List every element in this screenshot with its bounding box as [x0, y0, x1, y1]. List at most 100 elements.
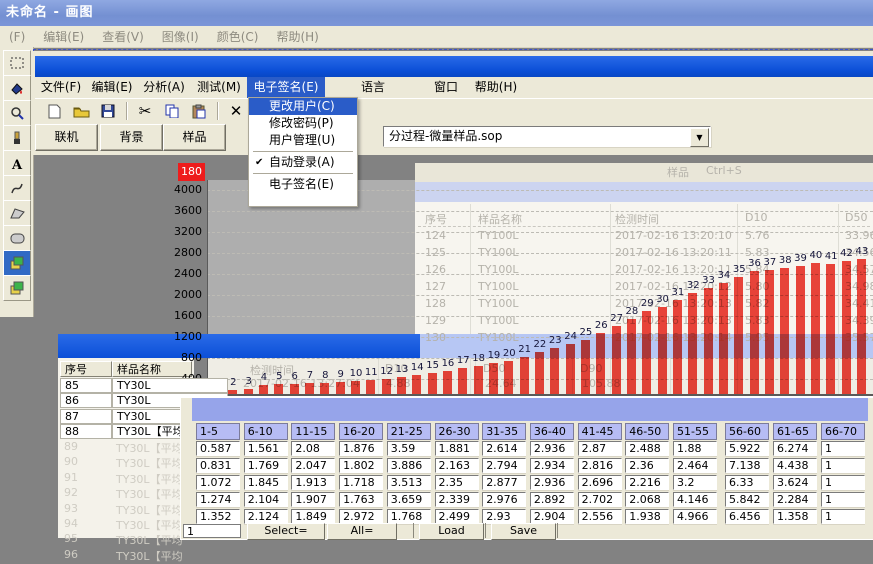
paint-tool-fill-icon[interactable] — [3, 75, 31, 101]
paint-tool-brush-icon[interactable] — [3, 125, 31, 151]
percent-cell[interactable]: 1.358 — [773, 509, 817, 524]
app-button-背景[interactable]: 背景 — [100, 124, 163, 151]
percent-cell[interactable]: 1.881 — [435, 441, 479, 456]
percent-cell[interactable]: 2.702 — [578, 492, 622, 507]
bottom-button-Load[interactable]: Load — [419, 523, 484, 540]
percent-cell[interactable]: 2.284 — [773, 492, 817, 507]
percent-cell[interactable]: 3.886 — [387, 458, 431, 473]
percent-cell[interactable]: 2.816 — [578, 458, 622, 473]
paint-menu-3[interactable]: 图像(I) — [153, 28, 208, 45]
percent-cell[interactable]: 6.33 — [725, 475, 769, 490]
percent-cell[interactable]: 1.938 — [625, 509, 669, 524]
percent-cell[interactable]: 2.35 — [435, 475, 479, 490]
percent-cell[interactable]: 2.936 — [530, 441, 574, 456]
percent-cell[interactable]: 1 — [821, 492, 865, 507]
percent-cell[interactable]: 1 — [821, 475, 865, 490]
app-menu-6[interactable]: 窗口(W) — [425, 77, 467, 98]
percent-cell[interactable]: 1.849 — [291, 509, 335, 524]
sample-row-id[interactable]: 87 — [60, 409, 112, 424]
percent-cell[interactable]: 6.456 — [725, 509, 769, 524]
percent-cell[interactable]: 2.934 — [530, 458, 574, 473]
app-button-样品[interactable]: 样品 — [163, 124, 226, 151]
paint-menu-0[interactable]: (F) — [0, 30, 34, 44]
percent-cell[interactable]: 2.794 — [482, 458, 526, 473]
paint-menu-5[interactable]: 帮助(H) — [267, 28, 327, 45]
percent-cell[interactable]: 1.876 — [339, 441, 383, 456]
percent-cell[interactable]: 2.93 — [482, 509, 526, 524]
percent-cell[interactable]: 2.696 — [578, 475, 622, 490]
percent-cell[interactable]: 2.36 — [625, 458, 669, 473]
app-menu-2[interactable]: 分析(A) — [141, 77, 187, 98]
sample-row-id[interactable]: 88 — [60, 424, 112, 439]
signature-menu-item-4[interactable]: 电子签名(E) — [249, 176, 357, 193]
percent-cell[interactable]: 4.146 — [673, 492, 717, 507]
percent-cell[interactable]: 1.718 — [339, 475, 383, 490]
sample-row-name[interactable]: TY30L — [112, 378, 228, 393]
app-menu-1[interactable]: 编辑(E) — [90, 77, 134, 98]
percent-cell[interactable]: 2.464 — [673, 458, 717, 473]
percent-cell[interactable]: 2.499 — [435, 509, 479, 524]
percent-cell[interactable]: 1.913 — [291, 475, 335, 490]
toolbar-copy-icon[interactable] — [161, 102, 183, 121]
toolbar-open-icon[interactable] — [70, 102, 92, 121]
count-input[interactable]: 1 — [183, 524, 241, 538]
bottom-button-All[interactable]: All= — [327, 523, 397, 540]
app-button-联机[interactable]: 联机 — [35, 124, 98, 151]
percent-cell[interactable]: 1 — [821, 509, 865, 524]
toolbar-new-icon[interactable] — [43, 102, 65, 121]
percent-cell[interactable]: 2.976 — [482, 492, 526, 507]
paint-menu-1[interactable]: 编辑(E) — [34, 28, 93, 45]
percent-cell[interactable]: 7.138 — [725, 458, 769, 473]
bottom-button-Save[interactable]: Save — [491, 523, 556, 540]
sample-row-id[interactable]: 86 — [60, 393, 112, 408]
percent-cell[interactable]: 1.907 — [291, 492, 335, 507]
percent-cell[interactable]: 3.59 — [387, 441, 431, 456]
paint-menu-2[interactable]: 查看(V) — [93, 28, 153, 45]
percent-cell[interactable]: 1.274 — [196, 492, 240, 507]
percent-cell[interactable]: 2.08 — [291, 441, 335, 456]
percent-cell[interactable]: 5.842 — [725, 492, 769, 507]
percent-cell[interactable]: 2.124 — [244, 509, 288, 524]
percent-cell[interactable]: 4.438 — [773, 458, 817, 473]
percent-cell[interactable]: 1.769 — [244, 458, 288, 473]
percent-cell[interactable]: 2.972 — [339, 509, 383, 524]
signature-menu-item-0[interactable]: 更改用户(C) — [249, 98, 357, 115]
percent-cell[interactable]: 1.768 — [387, 509, 431, 524]
percent-cell[interactable]: 2.104 — [244, 492, 288, 507]
paint-tool-object-cube-icon[interactable] — [3, 250, 31, 276]
percent-cell[interactable]: 3.2 — [673, 475, 717, 490]
app-menu-7[interactable]: 帮助(H) — [473, 77, 519, 98]
percent-cell[interactable]: 4.966 — [673, 509, 717, 524]
percent-cell[interactable]: 2.892 — [530, 492, 574, 507]
combobox-dropdown-icon[interactable]: ▼ — [690, 128, 709, 147]
percent-cell[interactable]: 2.904 — [530, 509, 574, 524]
percent-cell[interactable]: 1.88 — [673, 441, 717, 456]
percent-cell[interactable]: 2.877 — [482, 475, 526, 490]
sample-row-id[interactable]: 85 — [60, 378, 112, 393]
signature-menu-item-1[interactable]: 修改密码(P) — [249, 115, 357, 132]
percent-cell[interactable]: 6.274 — [773, 441, 817, 456]
percent-cell[interactable]: 1 — [821, 441, 865, 456]
percent-cell[interactable]: 2.87 — [578, 441, 622, 456]
percent-cell[interactable]: 2.216 — [625, 475, 669, 490]
bottom-button-Select[interactable]: Select= — [247, 523, 325, 540]
percent-cell[interactable]: 1 — [821, 458, 865, 473]
percent-cell[interactable]: 3.513 — [387, 475, 431, 490]
percent-cell[interactable]: 1.802 — [339, 458, 383, 473]
app-menu-3[interactable]: 测试(M) — [196, 77, 242, 98]
percent-cell[interactable]: 1.763 — [339, 492, 383, 507]
toolbar-paste-icon[interactable] — [188, 102, 210, 121]
percent-cell[interactable]: 5.922 — [725, 441, 769, 456]
percent-cell[interactable]: 1.845 — [244, 475, 288, 490]
toolbar-delete-icon[interactable]: ✕ — [225, 102, 247, 121]
paint-tool-rounded-rect-icon[interactable] — [3, 225, 31, 251]
paint-tool-curve-icon[interactable] — [3, 175, 31, 201]
percent-cell[interactable]: 2.556 — [578, 509, 622, 524]
paint-tool-object-cube-2-icon[interactable] — [3, 275, 31, 301]
percent-cell[interactable]: 1.072 — [196, 475, 240, 490]
signature-menu-item-2[interactable]: 用户管理(U) — [249, 132, 357, 149]
app-menu-0[interactable]: 文件(F) — [39, 77, 83, 98]
paint-tool-zoom-icon[interactable] — [3, 100, 31, 126]
percent-cell[interactable]: 2.936 — [530, 475, 574, 490]
paint-tool-select-icon[interactable] — [3, 50, 31, 76]
